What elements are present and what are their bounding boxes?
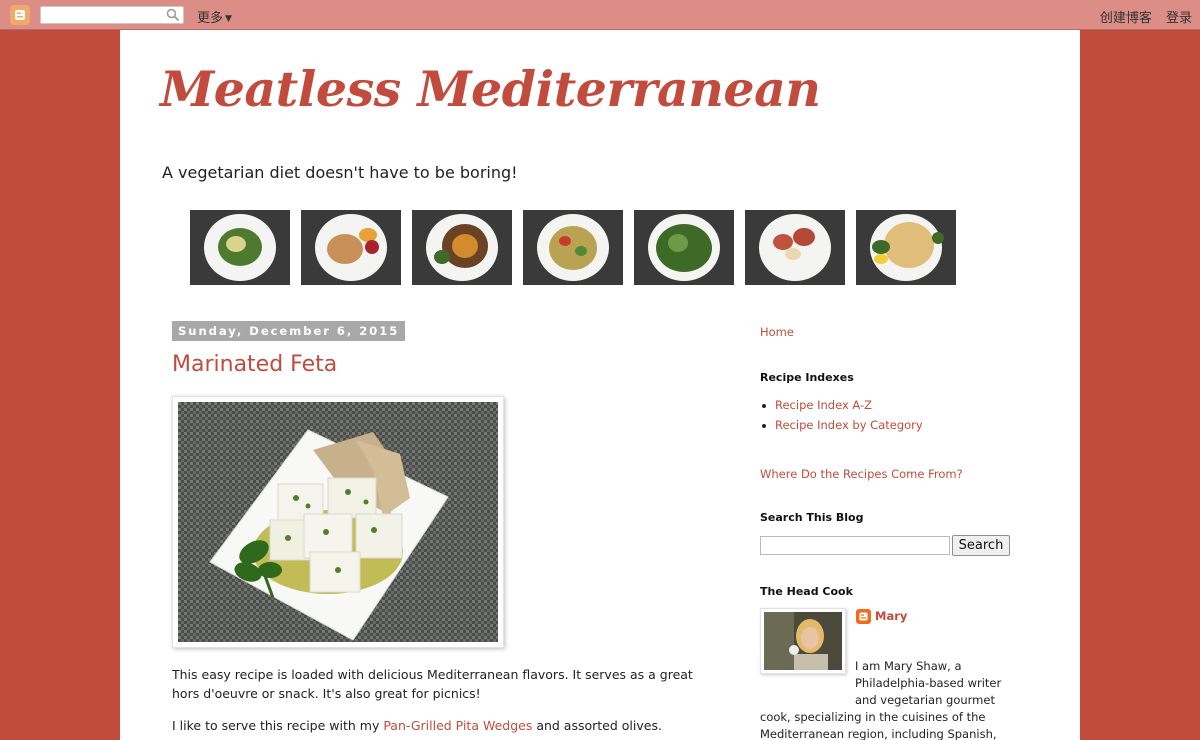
post-image[interactable] (172, 396, 504, 648)
more-label: 更多 (197, 11, 224, 26)
blog-title[interactable]: Meatless Mediterranean (160, 60, 821, 118)
sidebar-home-link[interactable]: Home (760, 325, 794, 339)
more-menu[interactable]: 更多 ▼ (197, 7, 232, 26)
list-item: Recipe Index A-Z (760, 398, 923, 418)
food-thumbnail (190, 210, 290, 285)
recipe-indexes-heading: Recipe Indexes (760, 371, 854, 384)
blog-search-input[interactable] (760, 536, 950, 555)
food-thumbnail (301, 210, 401, 285)
post-paragraph: I like to serve this recipe with my Pan-… (172, 716, 712, 735)
food-thumbnail (856, 210, 956, 285)
blogger-profile-icon (856, 609, 871, 624)
food-thumbnail (634, 210, 734, 285)
blog-page: Meatless Mediterranean A vegetarian diet… (120, 30, 1080, 740)
search-icon[interactable] (166, 8, 180, 22)
head-cook-heading: The Head Cook (760, 585, 853, 598)
blogger-navbar: 更多 ▼ 创建博客 登录 (0, 0, 1200, 30)
food-thumbnail (412, 210, 512, 285)
blog-search-button[interactable]: Search (952, 535, 1010, 556)
login-link[interactable]: 登录 (1166, 11, 1192, 26)
bio-photo-spacer (760, 658, 855, 709)
post-text: I like to serve this recipe with my (172, 718, 384, 733)
author-name-link[interactable]: Mary (875, 609, 907, 623)
list-item: Recipe Index by Category (760, 418, 923, 438)
post-paragraph: This easy recipe is loaded with deliciou… (172, 667, 693, 701)
header-photo-strip (190, 210, 956, 285)
recipe-indexes-list: Recipe Index A-Z Recipe Index by Categor… (760, 398, 923, 438)
navbar-search-input[interactable] (40, 6, 184, 24)
marinated-feta-photo (178, 402, 498, 642)
recipe-index-category-link[interactable]: Recipe Index by Category (775, 418, 923, 432)
food-thumbnail (523, 210, 623, 285)
author-bio: I am Mary Shaw, a Philadelphia-based wri… (760, 658, 1012, 740)
search-blog-heading: Search This Blog (760, 511, 864, 524)
post-title[interactable]: Marinated Feta (172, 352, 337, 377)
caret-down-icon: ▼ (225, 14, 232, 24)
pan-grilled-pita-link[interactable]: Pan-Grilled Pita Wedges (383, 718, 532, 733)
create-blog-link[interactable]: 创建博客 (1100, 11, 1152, 26)
where-recipes-link[interactable]: Where Do the Recipes Come From? (760, 467, 963, 481)
blogger-logo-icon[interactable] (10, 5, 30, 25)
post-date-header: Sunday, December 6, 2015 (172, 321, 406, 341)
recipe-index-az-link[interactable]: Recipe Index A-Z (775, 398, 872, 412)
post-text: and assorted olives. (532, 718, 662, 733)
food-thumbnail (745, 210, 845, 285)
blog-description: A vegetarian diet doesn't have to be bor… (162, 163, 518, 182)
